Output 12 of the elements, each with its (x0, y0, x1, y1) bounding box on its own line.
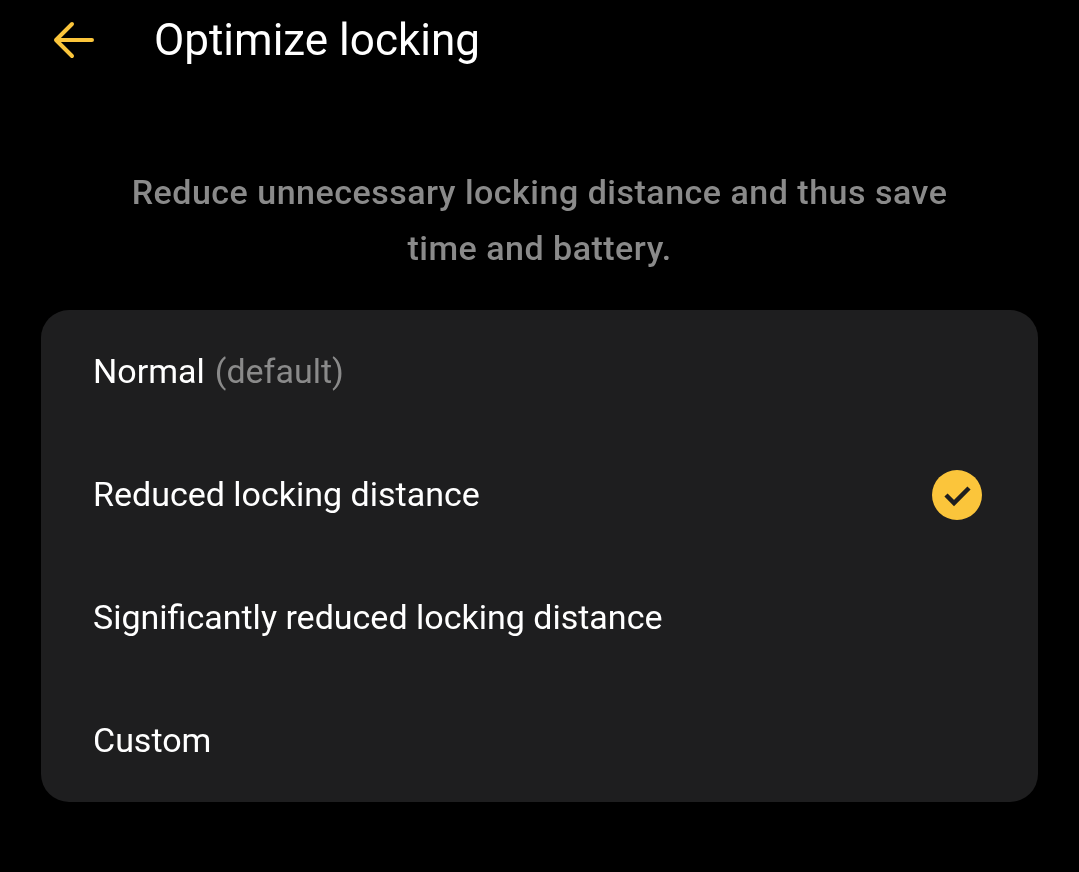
description-text: Reduce unnecessary locking distance and thus save time and battery. (130, 171, 949, 270)
option-note: (default) (214, 350, 344, 393)
checkmark-icon (932, 469, 982, 520)
option-label: Custom (93, 719, 212, 762)
option-row[interactable]: Significantly reduced locking distance (41, 556, 1038, 679)
page-title: Optimize locking (154, 18, 480, 62)
option-label: Normal (93, 350, 205, 393)
option-row[interactable]: Normal (default) (41, 310, 1038, 433)
option-label: Reduced locking distance (93, 473, 480, 516)
option-row[interactable]: Reduced locking distance (41, 433, 1038, 556)
option-label: Significantly reduced locking distance (93, 596, 663, 639)
option-row[interactable]: Custom (41, 679, 1038, 802)
